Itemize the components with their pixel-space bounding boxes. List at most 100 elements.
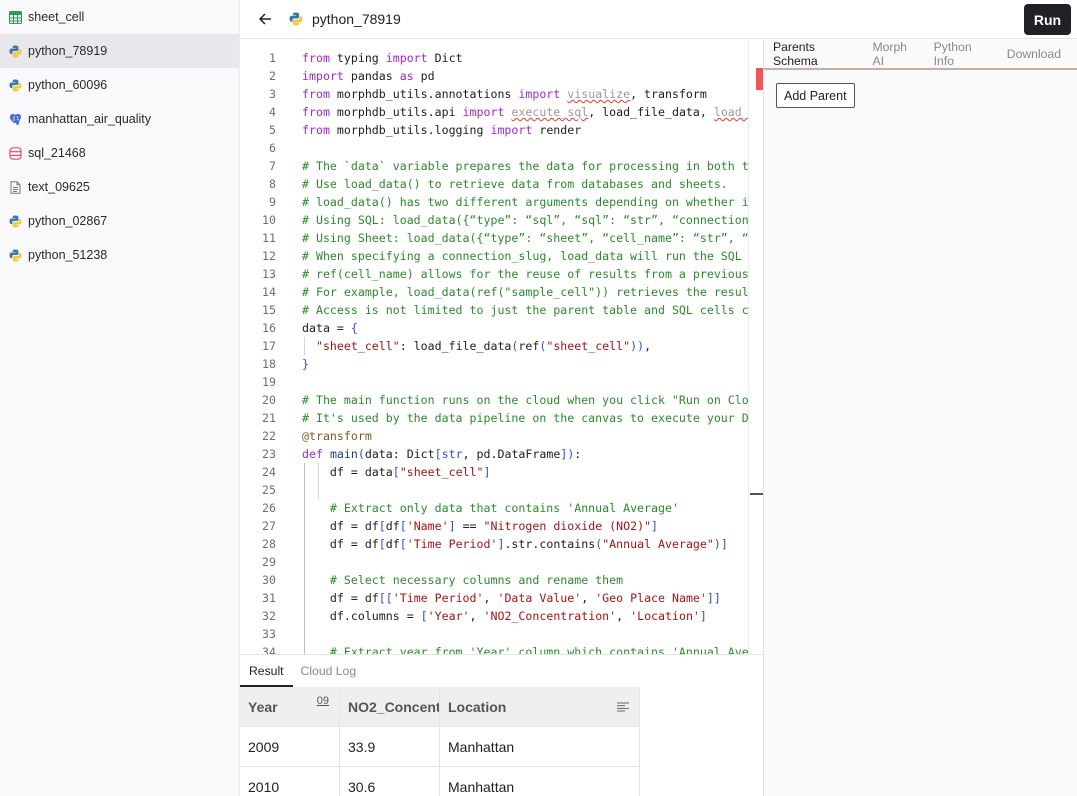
add-parent-button[interactable]: Add Parent — [776, 83, 855, 108]
column-header-year[interactable]: Year 09 — [240, 687, 340, 726]
code-text: # Using Sheet: load_data({“type”: “sheet… — [302, 231, 748, 245]
code-line[interactable]: 19 — [240, 373, 748, 391]
code-line[interactable]: 27 df = df[df['Name'] == "Nitrogen dioxi… — [240, 517, 748, 535]
code-line[interactable]: 33 — [240, 625, 748, 643]
sidebar-item-python-51238[interactable]: python_51238 — [0, 238, 239, 272]
sidebar-item-label: python_02867 — [28, 214, 108, 228]
code-line[interactable]: 32 df.columns = ['Year', 'NO2_Concentrat… — [240, 607, 748, 625]
column-label: Location — [448, 698, 507, 715]
code-line[interactable]: 9 # load_data() has two different argumen… — [240, 193, 748, 211]
cell-no2[interactable]: 33.9 — [340, 727, 440, 766]
sidebar-item-text-09625[interactable]: text_09625 — [0, 170, 239, 204]
result-table: Year 09 NO2_Concentr Location 2009 33.9 … — [240, 687, 640, 796]
tab-morph-ai[interactable]: Morph AI — [872, 40, 917, 68]
sidebar-item-label: manhattan_air_quality — [28, 112, 151, 126]
sidebar-item-label: python_51238 — [28, 248, 108, 262]
sidebar-item-label: python_60096 — [28, 78, 108, 92]
code-line[interactable]: 2 import pandas as pd — [240, 67, 748, 85]
code-text: # The `data` variable prepares the data … — [302, 159, 748, 173]
code-line[interactable]: 16 data = { — [240, 319, 748, 337]
code-text: from morphdb_utils.annotations import vi… — [302, 87, 707, 101]
code-line[interactable]: 18} — [240, 355, 748, 373]
code-text: # It's used by the data pipeline on the … — [302, 411, 748, 425]
line-number: 19 — [262, 375, 276, 389]
sidebar-item-python-02867[interactable]: python_02867 — [0, 204, 239, 238]
back-button[interactable] — [255, 9, 275, 29]
text-type-icon — [617, 699, 629, 715]
tab-python-info[interactable]: Python Info — [934, 40, 991, 68]
sidebar-item-python-78919[interactable]: python_78919 — [0, 34, 239, 68]
cell-location[interactable]: Manhattan — [440, 767, 640, 796]
code-line[interactable]: 7 # The `data` variable prepares the data… — [240, 157, 748, 175]
tab-download[interactable]: Download — [1007, 47, 1061, 61]
editor-scrollbar[interactable] — [748, 40, 764, 654]
code-text: # For example, load_data(ref("sample_cel… — [302, 285, 748, 299]
code-line[interactable]: 1 from typing import Dict — [240, 49, 748, 67]
code-line[interactable]: 23 def main(data: Dict[str, pd.DataFrame]… — [240, 445, 748, 463]
line-number: 32 — [262, 609, 276, 623]
line-number: 29 — [262, 555, 276, 569]
tab-cloud-log[interactable]: Cloud Log — [301, 664, 357, 687]
tab-parents-schema[interactable]: Parents Schema — [773, 40, 856, 68]
line-number: 30 — [262, 573, 276, 587]
document-icon — [9, 180, 22, 194]
code-line[interactable]: 31 df = df[['Time Period', 'Data Value',… — [240, 589, 748, 607]
line-number: 27 — [262, 519, 276, 533]
cell-year[interactable]: 2009 — [240, 727, 340, 766]
sidebar-item-label: sheet_cell — [28, 10, 85, 24]
code-line[interactable]: 13 # ref(cell_name) allows for the reuse … — [240, 265, 748, 283]
column-header-location[interactable]: Location — [440, 687, 640, 726]
code-line[interactable]: 29 — [240, 553, 748, 571]
code-line[interactable]: 34 # Extract year from 'Year' column whi… — [240, 643, 748, 654]
run-button[interactable]: Run — [1024, 4, 1071, 35]
code-line[interactable]: 10 # Using SQL: load_data({“type”: “sql”,… — [240, 211, 748, 229]
sidebar-item-manhattan-air-quality[interactable]: manhattan_air_quality — [0, 102, 239, 136]
code-line[interactable]: 22 @transform — [240, 427, 748, 445]
sidebar-item-label: text_09625 — [28, 180, 90, 194]
tab-result[interactable]: Result — [240, 664, 293, 687]
line-number: 24 — [262, 465, 276, 479]
code-line[interactable]: 26 # Extract only data that contains 'An… — [240, 499, 748, 517]
sidebar-item-sheet-cell[interactable]: sheet_cell — [0, 0, 239, 34]
page-title: python_78919 — [312, 11, 401, 27]
code-line[interactable]: 14 # For example, load_data(ref("sample_c… — [240, 283, 748, 301]
code-line[interactable]: 11 # Using Sheet: load_data({“type”: “she… — [240, 229, 748, 247]
code-line[interactable]: 6 — [240, 139, 748, 157]
code-line[interactable]: 12 # When specifying a connection_slug, l… — [240, 247, 748, 265]
code-line[interactable]: 3 from morphdb_utils.annotations import v… — [240, 85, 748, 103]
column-label: NO2_Concentr — [348, 698, 440, 715]
cell-year[interactable]: 2010 — [240, 767, 340, 796]
line-number: 3 — [269, 87, 276, 101]
code-text: } — [302, 357, 309, 371]
code-line[interactable]: 15 # Access is not limited to just the pa… — [240, 301, 748, 319]
sidebar-item-sql-21468[interactable]: sql_21468 — [0, 136, 239, 170]
line-number: 22 — [262, 429, 276, 443]
code-line[interactable]: 24 df = data["sheet_cell"] — [240, 463, 748, 481]
cell-no2[interactable]: 30.6 — [340, 767, 440, 796]
code-line[interactable]: 8 # Use load_data() to retrieve data from… — [240, 175, 748, 193]
code-line[interactable]: 20 # The main function runs on the cloud … — [240, 391, 748, 409]
code-line[interactable]: 30 # Select necessary columns and rename… — [240, 571, 748, 589]
cursor-marker — [750, 493, 764, 495]
line-number: 21 — [262, 411, 276, 425]
code-line[interactable]: 25 — [240, 481, 748, 499]
code-line[interactable]: 17 "sheet_cell": load_file_data(ref("she… — [240, 337, 748, 355]
column-header-no2[interactable]: NO2_Concentr — [340, 687, 440, 726]
column-label: Year — [248, 698, 278, 715]
line-number: 26 — [262, 501, 276, 515]
code-line[interactable]: 5 from morphdb_utils.logging import rende… — [240, 121, 748, 139]
result-pane: Result Cloud Log Year 09 NO2_Concentr Lo… — [240, 654, 763, 796]
code-line[interactable]: 21 # It's used by the data pipeline on th… — [240, 409, 748, 427]
python-icon — [9, 215, 22, 228]
code-line[interactable]: 4 from morphdb_utils.api import execute_s… — [240, 103, 748, 121]
table-row[interactable]: 2010 30.6 Manhattan — [240, 767, 640, 796]
sidebar-item-python-60096[interactable]: python_60096 — [0, 68, 239, 102]
code-editor[interactable]: 1 from typing import Dict 2 import pandas a… — [240, 40, 748, 654]
code-line[interactable]: 28 df = df[df['Time Period'].str.contain… — [240, 535, 748, 553]
line-number: 10 — [262, 213, 276, 227]
code-text: # ref(cell_name) allows for the reuse of… — [302, 267, 748, 281]
sidebar-item-label: python_78919 — [28, 44, 108, 58]
table-row[interactable]: 2009 33.9 Manhattan — [240, 727, 640, 767]
indent-guide — [304, 463, 305, 654]
cell-location[interactable]: Manhattan — [440, 727, 640, 766]
